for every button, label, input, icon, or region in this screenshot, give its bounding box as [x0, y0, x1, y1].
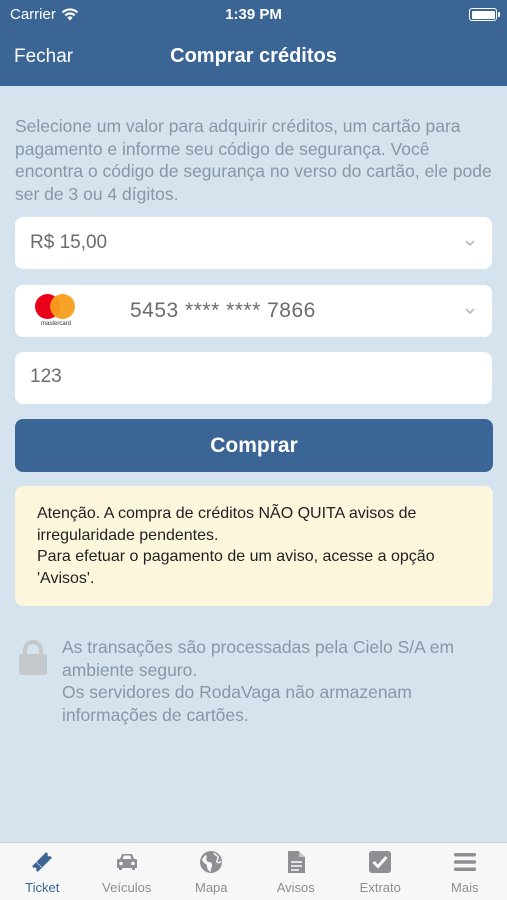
tab-label: Mapa	[194, 880, 228, 895]
globe-icon	[200, 851, 223, 873]
tab-map[interactable]: Mapa	[169, 843, 254, 900]
tab-label: Ticket	[25, 880, 60, 895]
security-notice-line2: Os servidores do RodaVaga não armazenam …	[62, 682, 412, 725]
battery-icon	[469, 8, 500, 21]
page-title: Comprar créditos	[170, 45, 337, 67]
document-icon	[287, 851, 305, 873]
clock: 1:39 PM	[225, 6, 282, 23]
tab-label: Avisos	[276, 880, 315, 895]
card-select[interactable]: mastercard 5453 **** **** 7866	[15, 285, 492, 337]
tab-label: Mais	[451, 880, 479, 895]
tab-notices[interactable]: Avisos	[254, 843, 339, 900]
chevron-down-icon	[465, 240, 475, 247]
instructions-text: Selecione um valor para adquirir crédito…	[15, 116, 492, 204]
tab-label: Extrato	[359, 880, 401, 895]
checkbox-icon	[369, 851, 392, 873]
mastercard-logo: mastercard	[35, 294, 77, 328]
navigation-bar: Fechar Comprar créditos	[0, 30, 507, 86]
purchase-form: Selecione um valor para adquirir crédito…	[0, 86, 507, 842]
tab-statement[interactable]: Extrato	[338, 843, 423, 900]
lock-icon	[19, 640, 47, 675]
ticket-icon	[32, 852, 53, 872]
chevron-down-icon	[465, 308, 475, 315]
menu-icon	[453, 853, 476, 871]
tab-vehicles[interactable]: Veículos	[85, 843, 170, 900]
tab-label: Veículos	[102, 880, 152, 895]
amount-value: R$ 15,00	[30, 232, 108, 253]
card-brand-label: mastercard	[40, 321, 71, 327]
card-number: 5453 **** **** 7866	[130, 299, 316, 322]
status-bar: Carrier 1:39 PM	[0, 0, 507, 30]
car-icon	[116, 854, 137, 870]
tab-more[interactable]: Mais	[423, 843, 507, 900]
security-code-field[interactable]	[15, 352, 492, 404]
amount-select[interactable]: R$ 15,00	[15, 217, 492, 269]
tab-ticket[interactable]: Ticket	[0, 843, 85, 900]
warning-box: Atenção. A compra de créditos NÃO QUITA …	[15, 486, 493, 606]
security-code-input[interactable]	[30, 366, 470, 388]
tab-bar: Ticket Veículos Mapa Avisos Extrato Mais	[0, 842, 507, 900]
buy-button[interactable]: Comprar	[15, 419, 493, 472]
warning-instruction: Para efetuar o pagamento de um aviso, ac…	[37, 548, 435, 587]
warning-text: Atenção. A compra de créditos NÃO QUITA …	[37, 505, 417, 544]
security-notice-line1: As transações são processadas pela Cielo…	[62, 637, 455, 680]
